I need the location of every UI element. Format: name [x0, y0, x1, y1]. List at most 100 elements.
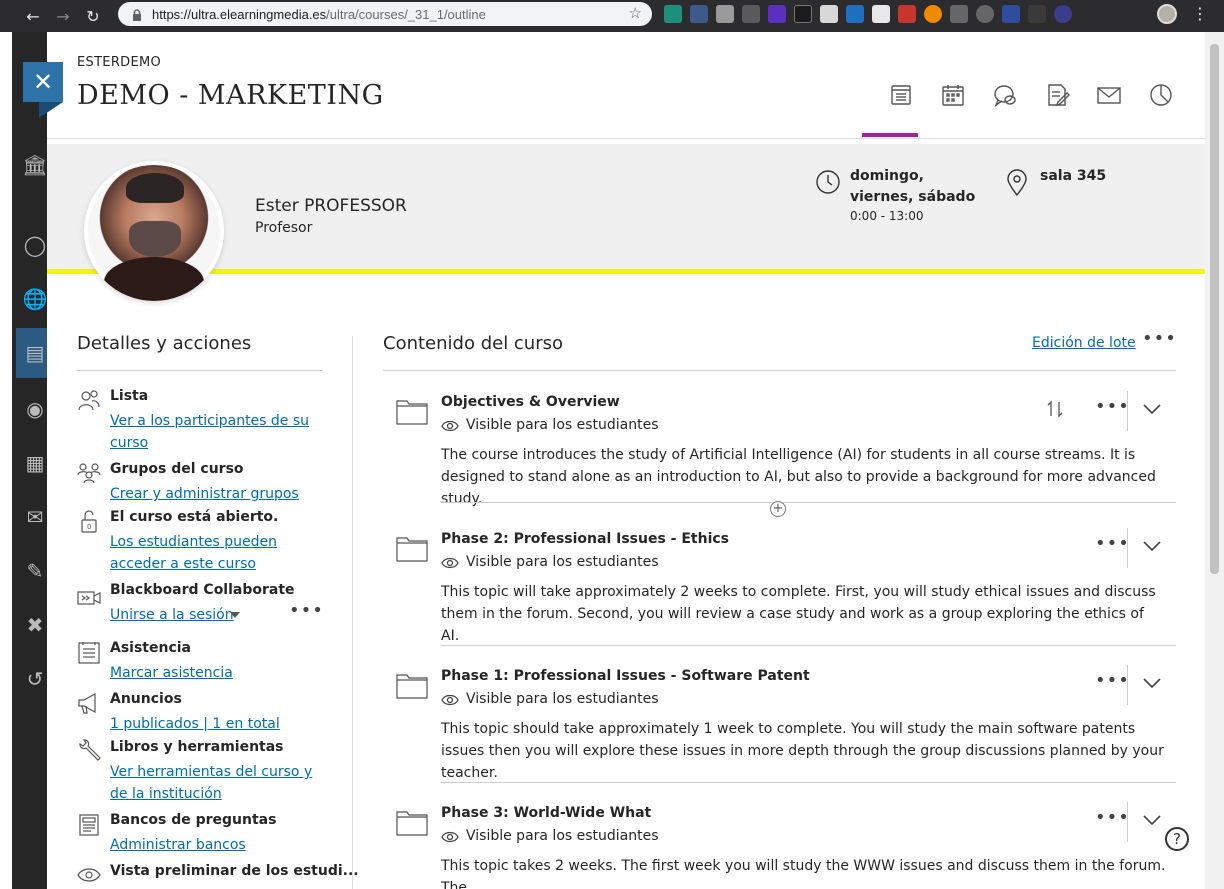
instructor-avatar[interactable] — [84, 161, 224, 301]
extension-icon[interactable] — [976, 5, 994, 23]
chevron-down-icon[interactable] — [1143, 540, 1161, 552]
content-item[interactable]: Phase 2: Professional Issues - Ethics Vi… — [383, 508, 1176, 648]
instructor-name[interactable]: Ester PROFESSOR — [255, 196, 407, 216]
item-separator — [441, 782, 1176, 783]
item-more-button[interactable]: ••• — [1095, 670, 1130, 691]
extension-icon[interactable] — [846, 5, 864, 23]
address-bar[interactable]: https://ultra.elearningmedia.es/ultra/co… — [118, 2, 652, 26]
grades-nav-icon[interactable]: ✎ — [22, 558, 48, 584]
batch-edit-link[interactable]: Edición de lote — [1032, 335, 1136, 351]
visibility-label[interactable]: Visible para los estudiantes — [466, 828, 659, 844]
bookmark-star-icon[interactable]: ☆ — [629, 4, 642, 22]
visibility-label[interactable]: Visible para los estudiantes — [466, 417, 659, 433]
globe-icon[interactable]: 🌐 — [22, 286, 48, 312]
folder-icon — [396, 537, 428, 562]
header-divider — [47, 138, 1205, 139]
extension-icon[interactable] — [950, 5, 968, 23]
extension-icon[interactable] — [716, 5, 734, 23]
discussions-icon[interactable] — [979, 82, 1031, 136]
page-scrollbar[interactable] — [1205, 32, 1224, 889]
content-item[interactable]: Objectives & Overview Visible para los e… — [383, 371, 1176, 511]
messages-nav-icon[interactable]: ✉ — [22, 504, 48, 530]
content-item-title[interactable]: Objectives & Overview — [441, 394, 620, 410]
preview-icon — [77, 863, 101, 887]
courses-icon[interactable]: ▤ — [22, 340, 48, 366]
detail-link[interactable]: Crear y administrar grupos — [110, 483, 330, 505]
groups-icon — [77, 461, 101, 485]
messages-icon[interactable] — [1083, 82, 1135, 136]
item-more-button[interactable]: ••• — [1095, 807, 1130, 828]
question-bank-icon — [77, 812, 101, 836]
gradebook-icon[interactable] — [1031, 82, 1083, 136]
content-item[interactable]: Phase 1: Professional Issues - Software … — [383, 645, 1176, 785]
extension-icon[interactable] — [794, 5, 812, 23]
analytics-icon[interactable] — [1135, 82, 1187, 136]
browser-menu-icon[interactable]: ⋮ — [1192, 4, 1208, 23]
detail-link[interactable]: Ver a los participantes de su curso — [110, 410, 330, 454]
detail-link[interactable]: Unirse a la sesión — [110, 604, 234, 626]
content-item-title[interactable]: Phase 2: Professional Issues - Ethics — [441, 531, 729, 547]
calendar-nav-icon[interactable]: ▦ — [22, 450, 48, 476]
forward-icon[interactable]: → — [48, 2, 78, 30]
tools-nav-icon[interactable]: ✖ — [22, 612, 48, 638]
extension-icon[interactable] — [768, 5, 786, 23]
reorder-icon[interactable] — [1045, 399, 1065, 419]
unlock-icon: 0 — [77, 509, 101, 533]
lock-icon — [132, 8, 142, 21]
content-more-button[interactable]: ••• — [1142, 328, 1177, 349]
calendar-icon[interactable] — [927, 82, 979, 136]
extension-icon[interactable] — [1028, 5, 1046, 23]
item-action-divider — [1127, 528, 1128, 568]
visibility-eye-icon[interactable] — [441, 556, 459, 570]
detail-link[interactable]: Ver herramientas del curso y de la insti… — [110, 761, 330, 805]
profile-avatar[interactable] — [1157, 4, 1177, 24]
chevron-down-icon[interactable] — [230, 612, 240, 618]
institution-icon[interactable]: 🏛 — [22, 152, 48, 178]
detail-title: Anuncios — [110, 691, 182, 707]
course-content-nav-icon[interactable] — [862, 82, 927, 137]
visibility-eye-icon[interactable] — [441, 419, 459, 433]
extension-icon[interactable] — [1002, 5, 1020, 23]
item-separator — [441, 502, 1176, 503]
base-navigation: 🏛 ◯ 🌐 ▤ ◉ ▦ ✉ ✎ ✖ ↺ — [0, 32, 48, 889]
extension-icon[interactable] — [1054, 5, 1072, 23]
content-item-title[interactable]: Phase 1: Professional Issues - Software … — [441, 668, 810, 684]
visibility-label[interactable]: Visible para los estudiantes — [466, 691, 659, 707]
reload-icon[interactable]: ↻ — [78, 2, 108, 30]
help-button[interactable]: ? — [1165, 827, 1189, 851]
organizations-icon[interactable]: ◉ — [22, 396, 48, 422]
item-more-button[interactable]: ••• — [1095, 533, 1130, 554]
extension-icon[interactable] — [898, 5, 916, 23]
signout-icon[interactable]: ↺ — [22, 666, 48, 692]
extension-icon[interactable] — [872, 5, 890, 23]
detail-link[interactable]: 1 publicados | 1 en total — [110, 713, 330, 735]
detail-link[interactable]: Los estudiantes pueden acceder a este cu… — [110, 531, 330, 575]
attendance-icon — [77, 640, 101, 664]
visibility-eye-icon[interactable] — [441, 830, 459, 844]
content-item[interactable]: Phase 3: World-Wide What Visible para lo… — [383, 782, 1176, 889]
detail-link[interactable]: Marcar asistencia — [110, 662, 330, 684]
visibility-label[interactable]: Visible para los estudiantes — [466, 554, 659, 570]
collaborate-more-button[interactable]: ••• — [289, 600, 324, 621]
chevron-down-icon[interactable] — [1143, 677, 1161, 689]
chevron-down-icon[interactable] — [1143, 403, 1161, 415]
extension-icon[interactable] — [820, 5, 838, 23]
course-panel: ESTERDEMO DEMO - MARKETING Ester PROFESS… — [47, 32, 1205, 889]
item-action-divider — [1127, 665, 1128, 705]
extension-icon[interactable] — [924, 5, 942, 23]
course-org: ESTERDEMO — [77, 55, 162, 70]
item-action-divider — [1127, 391, 1128, 431]
extension-icon[interactable] — [690, 5, 708, 23]
chevron-down-icon[interactable] — [1143, 814, 1161, 826]
visibility-eye-icon[interactable] — [441, 693, 459, 707]
item-more-button[interactable]: ••• — [1095, 396, 1130, 417]
content-item-title[interactable]: Phase 3: World-Wide What — [441, 805, 651, 821]
extension-icon[interactable] — [742, 5, 760, 23]
detail-link[interactable]: Administrar bancos — [110, 834, 330, 856]
profile-icon[interactable]: ◯ — [22, 232, 48, 258]
back-icon[interactable]: ← — [18, 2, 48, 30]
scrollbar-thumb[interactable] — [1210, 44, 1219, 574]
close-course-button[interactable]: ✕ — [23, 62, 63, 118]
schedule-days: domingo, viernes, sábado — [850, 168, 976, 205]
extension-icon[interactable] — [664, 5, 682, 23]
